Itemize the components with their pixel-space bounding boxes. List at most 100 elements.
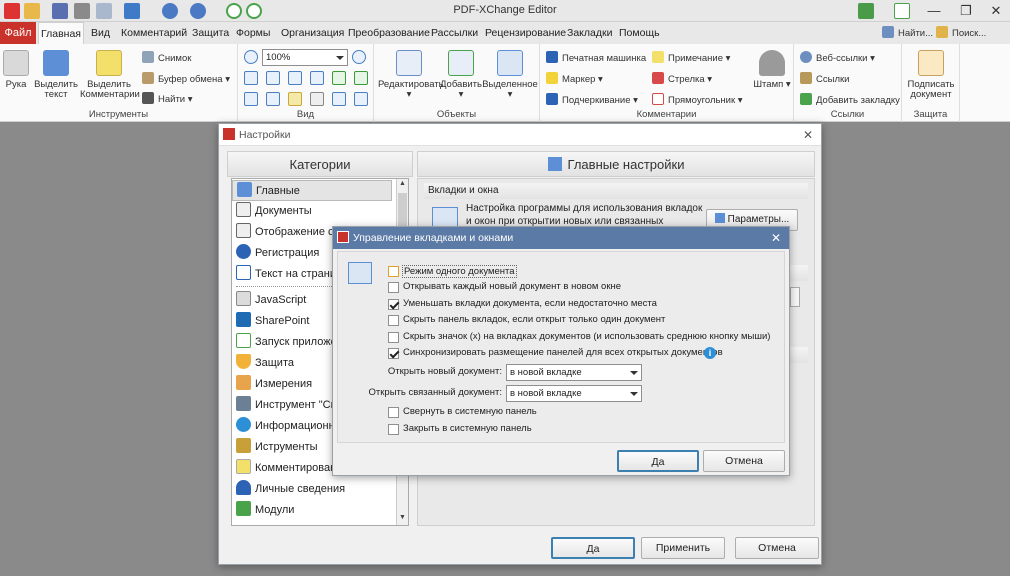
fit-visible-icon[interactable] bbox=[310, 71, 324, 85]
tab-organize[interactable]: Организация bbox=[281, 22, 344, 44]
scroll-down-icon[interactable]: ▼ bbox=[398, 514, 407, 524]
tabdialog-ok-button[interactable]: Да bbox=[617, 450, 699, 472]
tab-review[interactable]: Рецензирование bbox=[485, 22, 566, 44]
snapshot-button[interactable]: Снимок bbox=[142, 51, 191, 65]
actual-size-icon[interactable] bbox=[244, 71, 258, 85]
fit-width-icon[interactable] bbox=[288, 71, 302, 85]
scroll-up-icon[interactable]: ▲ bbox=[398, 180, 407, 190]
layers-icon[interactable] bbox=[332, 92, 346, 106]
add-bookmark-button[interactable]: Добавить закладку bbox=[800, 93, 900, 107]
tab-convert[interactable]: Преобразование bbox=[348, 22, 430, 44]
group-objects: Редактировать ▾ Добавить ▾ Выделенное ▾ … bbox=[374, 44, 540, 122]
minimize-tray-checkbox[interactable] bbox=[388, 407, 399, 418]
hand-tool-button[interactable]: Рука bbox=[2, 50, 30, 90]
hide-close-icon-checkbox[interactable] bbox=[388, 332, 399, 343]
marker-icon bbox=[546, 72, 558, 84]
tabdialog-close-icon[interactable]: ✕ bbox=[771, 227, 781, 249]
typewriter-button[interactable]: Печатная машинка bbox=[546, 51, 646, 65]
minimize-button[interactable]: — bbox=[920, 2, 948, 20]
sync-panels-checkbox[interactable] bbox=[388, 348, 399, 359]
customize-icon[interactable] bbox=[858, 3, 874, 19]
single-document-checkbox[interactable] bbox=[388, 266, 399, 277]
category-item[interactable]: Модули bbox=[232, 500, 392, 521]
typewriter-icon bbox=[546, 51, 558, 63]
edit-button[interactable]: Редактировать ▾ bbox=[378, 50, 444, 100]
select-comments-button[interactable]: Выделить Комментарии bbox=[80, 50, 140, 100]
find-button[interactable]: Найти... bbox=[882, 26, 933, 40]
minimize-tray-label: Свернуть в системную панель bbox=[403, 406, 537, 417]
web-links-button[interactable]: Веб-ссылки ▾ bbox=[800, 51, 875, 65]
settings-close-icon[interactable]: ✕ bbox=[803, 124, 813, 146]
rectangle-icon bbox=[652, 93, 664, 105]
select-text-button[interactable]: Выделить текст bbox=[34, 50, 78, 100]
single-document-label: Режим одного документа bbox=[402, 265, 517, 278]
search-button[interactable]: Поиск... bbox=[936, 26, 986, 40]
tab-home[interactable]: Главная bbox=[38, 22, 84, 44]
tab-protect[interactable]: Защита bbox=[192, 22, 229, 44]
settings-apply-button[interactable]: Применить bbox=[641, 537, 725, 559]
category-item[interactable]: Документы bbox=[232, 201, 392, 222]
tabdialog-body: Режим одного документа Открывать каждый … bbox=[337, 251, 785, 443]
tab-help[interactable]: Помощь bbox=[619, 22, 660, 44]
clipboard-button[interactable]: Буфер обмена ▾ bbox=[142, 72, 230, 86]
rotate-left-icon[interactable] bbox=[332, 71, 346, 85]
sign-document-button[interactable]: Подписать документ bbox=[904, 50, 958, 100]
bookmark-panel-icon[interactable] bbox=[244, 92, 258, 106]
marker-button[interactable]: Маркер ▾ bbox=[546, 72, 603, 86]
settings-titlebar: Настройки ✕ bbox=[219, 124, 821, 146]
selected-button[interactable]: Выделенное ▾ bbox=[482, 50, 538, 100]
open-linked-select[interactable]: в новой вкладке bbox=[506, 385, 642, 402]
category-item[interactable]: Личные сведения bbox=[232, 479, 392, 500]
new-window-checkbox[interactable] bbox=[388, 282, 399, 293]
hide-tabbar-checkbox[interactable] bbox=[388, 315, 399, 326]
group-view: 100% Вид bbox=[238, 44, 374, 122]
tab-view[interactable]: Вид bbox=[91, 22, 110, 44]
underline-button[interactable]: Подчеркивание ▾ bbox=[546, 93, 638, 107]
main-settings-icon bbox=[547, 157, 562, 171]
close-tray-checkbox[interactable] bbox=[388, 424, 399, 435]
tab-bookmarks[interactable]: Закладки bbox=[567, 22, 612, 44]
settings-ok-button[interactable]: Да bbox=[551, 537, 635, 559]
tab-mailing[interactable]: Рассылки bbox=[431, 22, 478, 44]
javascript-icon bbox=[236, 291, 251, 306]
rotate-right-icon[interactable] bbox=[354, 71, 368, 85]
note-button[interactable]: Примечание ▾ bbox=[652, 51, 730, 65]
tabdialog-cancel-button[interactable]: Отмена bbox=[703, 450, 785, 472]
settings-title: Настройки bbox=[239, 129, 291, 141]
find-tool-button[interactable]: Найти ▾ bbox=[142, 92, 193, 106]
select-text-icon bbox=[43, 50, 69, 76]
tab-file[interactable]: Файл bbox=[0, 22, 36, 44]
tab-forms[interactable]: Формы bbox=[236, 22, 270, 44]
group-comments-label: Комментарии bbox=[636, 109, 697, 120]
category-item[interactable]: Главные bbox=[232, 180, 392, 201]
info-icon bbox=[236, 417, 251, 432]
maximize-button[interactable]: ❐ bbox=[952, 2, 980, 20]
rectangle-button[interactable]: Прямоугольник ▾ bbox=[652, 93, 743, 107]
open-new-label: Открыть новый документ: bbox=[387, 366, 502, 377]
zoom-out-icon[interactable] bbox=[244, 50, 258, 64]
find-icon bbox=[882, 26, 894, 38]
links-button[interactable]: Ссылки bbox=[800, 72, 849, 86]
zoom-combo[interactable]: 100% bbox=[262, 49, 348, 66]
comments-panel-icon[interactable] bbox=[288, 92, 302, 106]
settings-cancel-button[interactable]: Отмена bbox=[735, 537, 819, 559]
stamp-button[interactable]: Штамп ▾ bbox=[752, 50, 792, 90]
arrow-button[interactable]: Стрелка ▾ bbox=[652, 72, 712, 86]
info-icon[interactable]: i bbox=[704, 347, 716, 359]
close-button[interactable]: ✕ bbox=[982, 2, 1010, 20]
zoom-in-icon[interactable] bbox=[352, 50, 366, 64]
open-new-select[interactable]: в новой вкладке bbox=[506, 364, 642, 381]
categories-header: Категории bbox=[227, 151, 413, 177]
add-object-button[interactable]: Добавить ▾ bbox=[440, 50, 482, 100]
add-object-icon bbox=[448, 50, 474, 76]
shrink-tabs-checkbox[interactable] bbox=[388, 299, 399, 310]
fit-page-icon[interactable] bbox=[266, 71, 280, 85]
tools-icon bbox=[236, 438, 251, 453]
thumbnails-icon[interactable] bbox=[266, 92, 280, 106]
hide-tabbar-label: Скрыть панель вкладок, если открыт тольк… bbox=[403, 314, 666, 325]
page-settings-icon[interactable] bbox=[354, 92, 368, 106]
partial-button[interactable] bbox=[790, 287, 800, 307]
fullscreen-icon[interactable] bbox=[894, 3, 910, 19]
attachments-icon[interactable] bbox=[310, 92, 324, 106]
tab-comment[interactable]: Комментарий bbox=[121, 22, 187, 44]
